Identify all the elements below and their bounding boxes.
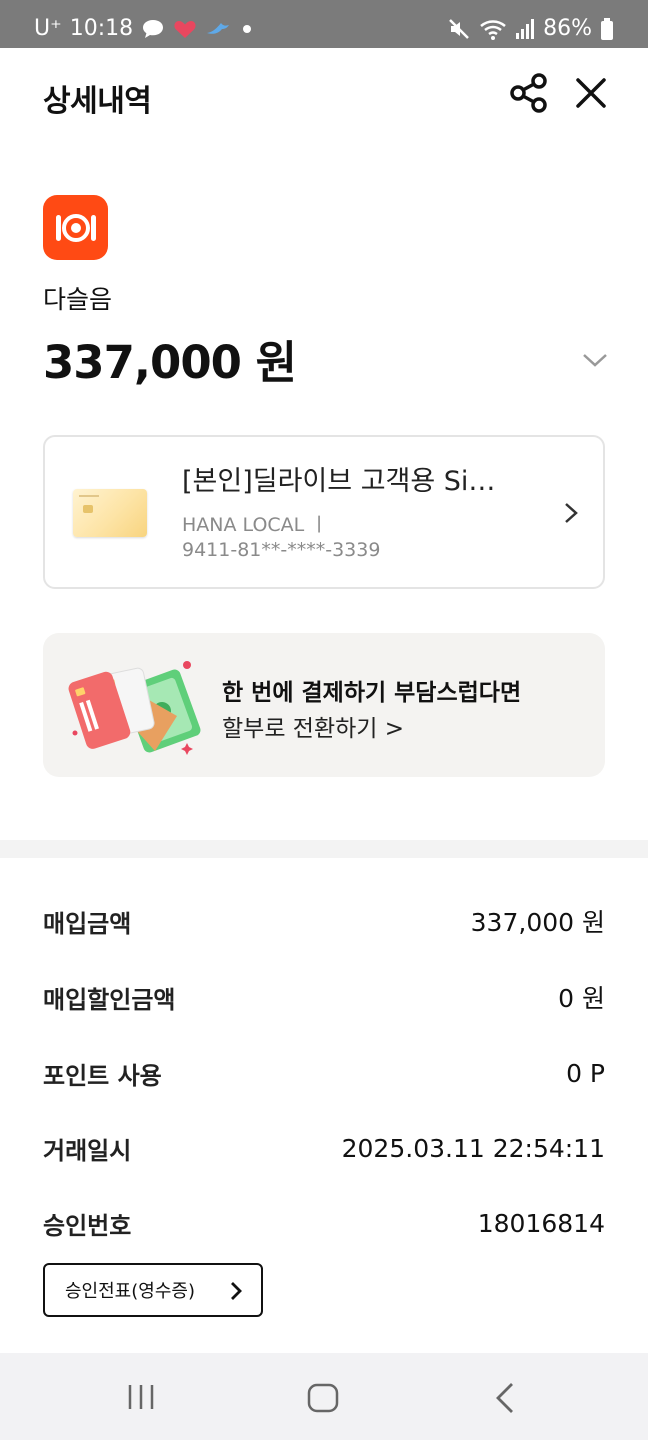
status-bar: U⁺ 10:18 86% <box>0 0 648 48</box>
detail-label: 매입할인금액 <box>43 985 176 1014</box>
recent-apps-button[interactable] <box>126 1383 156 1411</box>
chevron-right-icon <box>560 501 582 525</box>
recent-apps-icon <box>128 1385 154 1409</box>
share-button[interactable] <box>508 72 550 114</box>
transaction-amount: 337,000 원 <box>43 336 297 389</box>
clock: 10:18 <box>69 16 134 41</box>
expand-button[interactable] <box>580 345 610 375</box>
installment-link[interactable]: 할부로 전환하기 > <box>222 709 404 743</box>
card-info[interactable]: [본인]딜라이브 고객용 Si… HANA LOCAL ㅣ 9411-81**-… <box>43 435 605 589</box>
back-icon <box>496 1383 513 1413</box>
detail-value: 0 P <box>566 1058 605 1088</box>
detail-value: 18016814 <box>477 1208 605 1238</box>
detail-value: 337,000 원 <box>470 908 605 937</box>
restaurant-icon <box>43 195 108 260</box>
detail-value: 0 원 <box>558 984 605 1013</box>
chat-bubble-icon <box>141 18 165 40</box>
detail-label: 매입금액 <box>43 909 132 938</box>
receipt-button-label: 승인전표(영수증) <box>65 1281 195 1302</box>
card-image <box>73 489 147 537</box>
detail-label: 포인트 사용 <box>43 1061 162 1090</box>
section-divider <box>0 840 648 858</box>
page-title: 상세내역 <box>43 84 152 119</box>
heart-icon <box>173 18 197 40</box>
detail-row-purchase-amount: 매입금액 337,000 원 <box>43 901 605 941</box>
detail-value: 2025.03.11 22:54:11 <box>341 1133 605 1163</box>
home-icon <box>307 1383 339 1413</box>
signal-icon <box>515 18 535 40</box>
receipt-button[interactable]: 승인전표(영수증) <box>43 1263 263 1317</box>
installment-banner[interactable]: 한 번에 결제하기 부담스럽다면 할부로 전환하기 > <box>43 633 605 777</box>
detail-row-points-used: 포인트 사용 0 P <box>43 1053 605 1093</box>
detail-label: 승인번호 <box>43 1211 132 1240</box>
dot-icon <box>239 19 255 39</box>
cards-money-illustration <box>67 651 207 761</box>
battery-percent: 86% <box>543 16 592 41</box>
header: 상세내역 <box>0 48 648 140</box>
home-button[interactable] <box>306 1383 340 1413</box>
banner-title: 한 번에 결제하기 부담스럽다면 <box>222 680 522 706</box>
chevron-right-icon <box>227 1281 245 1301</box>
battery-icon <box>600 17 614 41</box>
detail-row-transaction-datetime: 거래일시 2025.03.11 22:54:11 <box>43 1128 605 1168</box>
carrier-label: U⁺ <box>34 16 62 41</box>
share-icon <box>510 73 547 113</box>
detail-row-discount-amount: 매입할인금액 0 원 <box>43 977 605 1017</box>
mute-icon <box>447 17 471 41</box>
detail-row-approval-number: 승인번호 18016814 <box>43 1203 605 1243</box>
card-brand: HANA LOCAL ㅣ <box>182 514 328 536</box>
system-nav-bar <box>0 1353 648 1440</box>
wifi-icon <box>479 17 507 41</box>
card-number: 9411-81**-****-3339 <box>182 539 381 561</box>
close-button[interactable] <box>570 72 612 114</box>
merchant-name: 다슬음 <box>43 285 113 314</box>
detail-label: 거래일시 <box>43 1136 132 1165</box>
back-button[interactable] <box>492 1381 518 1415</box>
bird-icon <box>205 19 231 39</box>
close-icon <box>576 78 606 108</box>
chevron-down-icon <box>583 354 607 367</box>
card-name: [본인]딜라이브 고객용 Si… <box>182 466 496 497</box>
